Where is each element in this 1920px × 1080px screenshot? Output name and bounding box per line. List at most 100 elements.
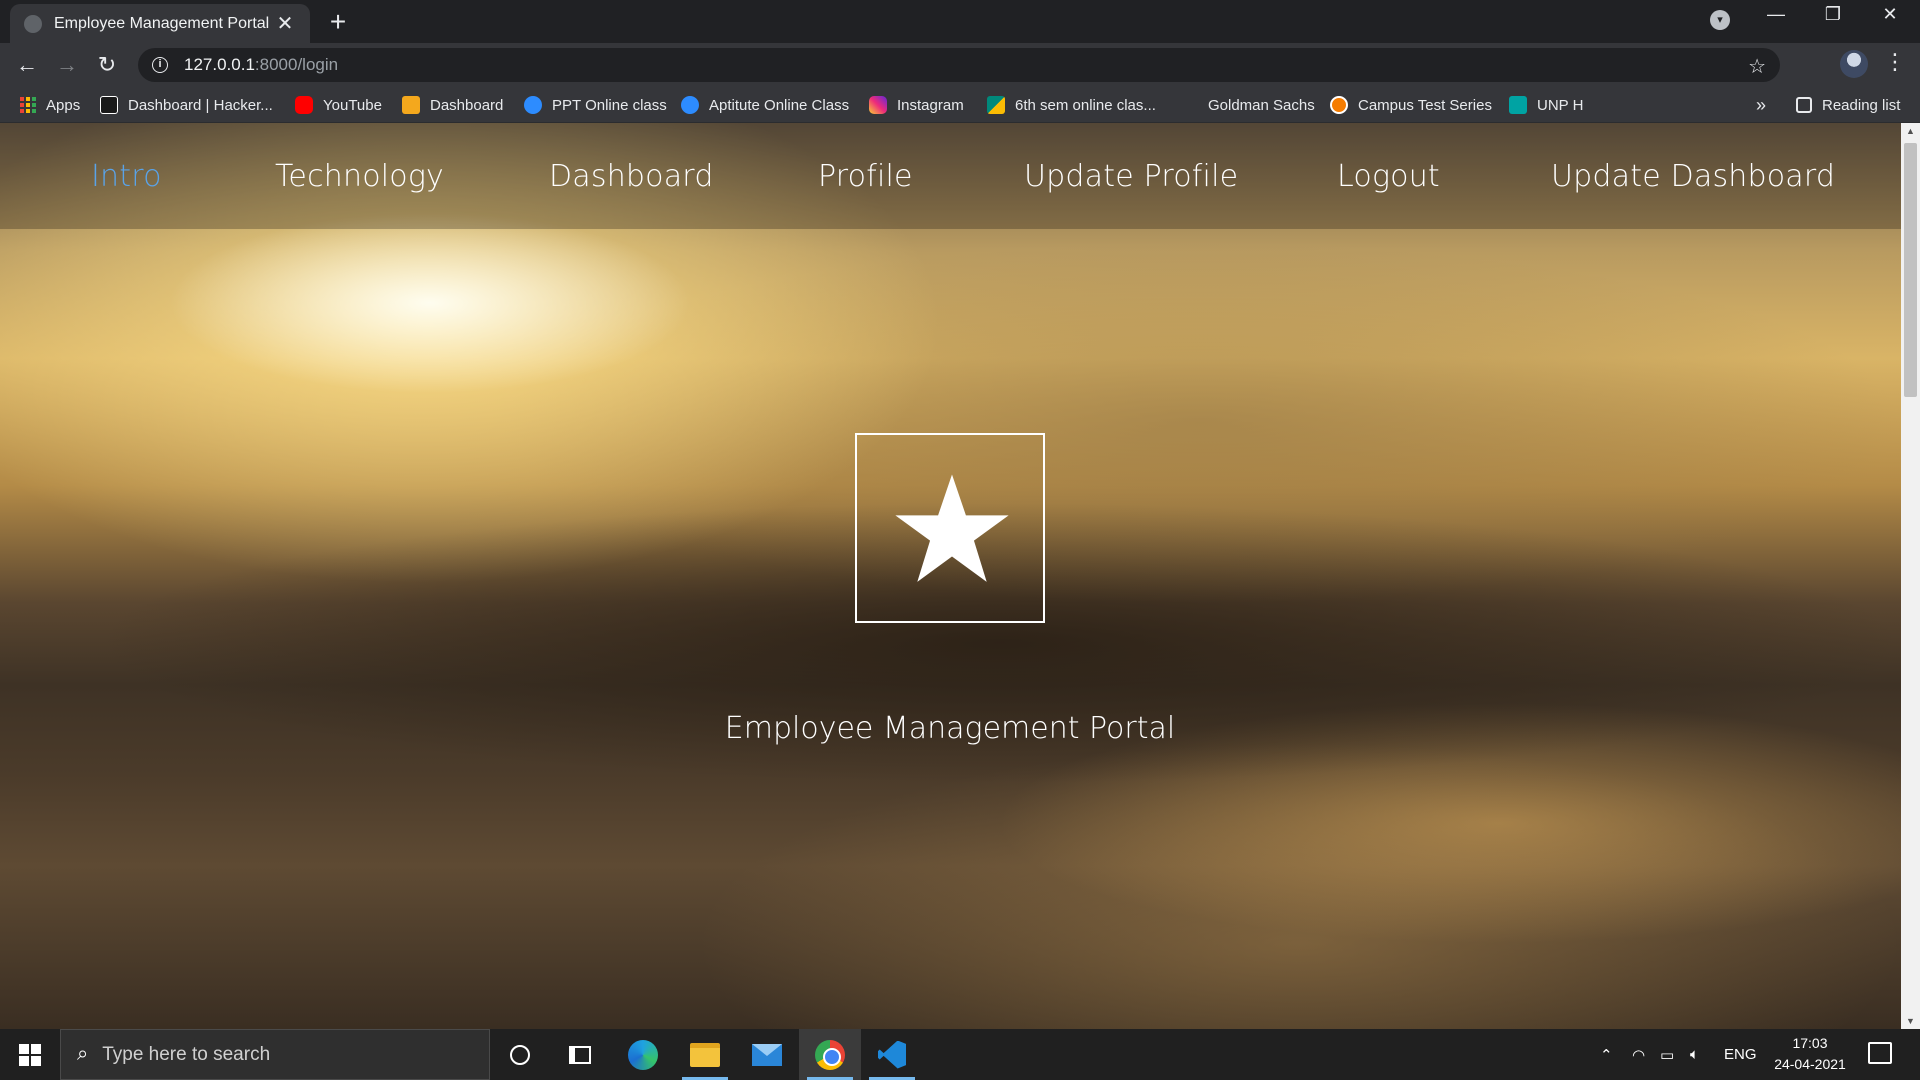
bookmark-aptitute-online-class[interactable]: Aptitute Online Class — [681, 87, 849, 123]
taskbar-search-input[interactable]: ⌕ Type here to search — [60, 1029, 490, 1080]
bookmark-label: Instagram — [897, 96, 964, 114]
wifi-icon[interactable]: ◠ — [1632, 1029, 1645, 1080]
unp-icon — [1509, 96, 1527, 114]
browser-toolbar: ← → ↻ i 127.0.0.1 :8000/login ☆ ⋮ — [0, 43, 1920, 87]
bookmark-label: Goldman Sachs — [1208, 96, 1315, 114]
windows-logo-icon — [19, 1043, 41, 1066]
bookmark-label: Dashboard | Hacker... — [128, 96, 273, 114]
mail-icon — [752, 1043, 782, 1066]
tab-title: Employee Management Portal — [54, 14, 270, 32]
taskbar-mail[interactable] — [736, 1029, 798, 1080]
bookmark-label: YouTube — [323, 96, 382, 114]
bookmark-dashboard[interactable]: Dashboard — [402, 87, 503, 123]
reading-list-label: Reading list — [1822, 96, 1901, 114]
reading-list-icon — [1796, 97, 1812, 113]
bookmark-youtube[interactable]: YouTube — [295, 87, 382, 123]
forward-arrow-icon[interactable]: → — [51, 49, 83, 81]
bookmark-6th-sem-online-class[interactable]: 6th sem online clas... — [987, 87, 1156, 123]
bookmark-unp-h[interactable]: UNP H — [1509, 87, 1583, 123]
apps-grid-icon — [20, 97, 36, 113]
notification-center-icon[interactable] — [1868, 1042, 1892, 1064]
bookmarks-overflow-button[interactable]: » — [1756, 87, 1766, 123]
taskbar-file-explorer[interactable] — [674, 1029, 736, 1080]
globe-icon — [24, 14, 42, 33]
nav-intro[interactable]: Intro — [91, 159, 162, 194]
vertical-scrollbar[interactable]: ▲ ▼ — [1901, 123, 1920, 1029]
bookmark-hackerearth[interactable]: Dashboard | Hacker... — [100, 87, 273, 123]
cortana-icon — [510, 1044, 530, 1065]
nav-update-dashboard[interactable]: Update Dashboard — [1551, 159, 1835, 194]
bookmarks-bar: Apps Dashboard | Hacker... YouTube Dashb… — [0, 87, 1920, 123]
menu-dots-icon[interactable]: ⋮ — [1880, 49, 1910, 75]
vscode-icon — [878, 1040, 906, 1069]
bookmark-label: Apps — [46, 96, 81, 114]
clock-time: 17:03 — [1792, 1035, 1828, 1051]
nav-logout[interactable]: Logout — [1337, 159, 1440, 194]
scroll-up-icon[interactable]: ▲ — [1901, 123, 1920, 139]
google-meet-icon — [987, 96, 1005, 114]
search-placeholder: Type here to search — [102, 1043, 271, 1065]
new-tab-button[interactable]: + — [322, 6, 354, 38]
back-arrow-icon[interactable]: ← — [11, 49, 43, 81]
dashboard-icon — [402, 96, 420, 114]
scroll-down-icon[interactable]: ▼ — [1901, 1013, 1920, 1029]
taskbar-chrome[interactable] — [799, 1029, 861, 1080]
windows-taskbar: ⌕ Type here to search ⌃ ◠ ▭ 🔈︎ ENG 17:03… — [0, 1029, 1920, 1080]
site-navigation: Intro Technology Dashboard Profile Updat… — [0, 123, 1901, 229]
task-view-button[interactable] — [549, 1029, 611, 1080]
scrollbar-thumb[interactable] — [1904, 143, 1917, 397]
star-icon — [895, 474, 1009, 582]
nav-update-profile[interactable]: Update Profile — [1024, 159, 1238, 194]
site-info-icon[interactable]: i — [152, 57, 168, 73]
close-tab-icon[interactable]: ✕ — [274, 11, 296, 36]
restore-button[interactable]: ❐ — [1813, 4, 1853, 25]
bookmark-label: UNP H — [1537, 96, 1584, 114]
search-icon: ⌕ — [77, 1043, 89, 1065]
nav-dashboard[interactable]: Dashboard — [549, 159, 714, 194]
campus-icon — [1330, 96, 1348, 114]
tab-search-icon[interactable]: ▾ — [1710, 10, 1730, 30]
minimize-button[interactable]: — — [1756, 4, 1796, 25]
zoom-icon — [681, 96, 699, 114]
instagram-icon — [869, 96, 887, 114]
start-button[interactable] — [0, 1029, 60, 1080]
bookmark-instagram[interactable]: Instagram — [869, 87, 964, 123]
profile-avatar[interactable] — [1840, 50, 1868, 78]
chrome-icon — [815, 1039, 845, 1070]
nav-technology[interactable]: Technology — [275, 159, 444, 194]
bookmark-label: 6th sem online clas... — [1015, 96, 1156, 114]
zoom-icon — [524, 96, 542, 114]
task-view-icon — [569, 1045, 591, 1064]
clock-date: 24-04-2021 — [1774, 1056, 1846, 1072]
file-explorer-icon — [690, 1042, 720, 1067]
bookmark-campus-test-series[interactable]: Campus Test Series — [1330, 87, 1492, 123]
page-viewport: Intro Technology Dashboard Profile Updat… — [0, 123, 1901, 1029]
hackerearth-icon — [100, 96, 118, 114]
reading-list-button[interactable]: Reading list — [1796, 87, 1900, 123]
taskbar-clock[interactable]: 17:03 24-04-2021 — [1760, 1033, 1860, 1075]
nav-profile[interactable]: Profile — [818, 159, 913, 194]
language-indicator[interactable]: ENG — [1724, 1029, 1757, 1080]
bookmark-ppt-online-class[interactable]: PPT Online class — [524, 87, 667, 123]
battery-icon[interactable]: ▭ — [1660, 1029, 1674, 1080]
browser-tab[interactable]: Employee Management Portal ✕ — [10, 4, 310, 43]
logo-box — [855, 433, 1045, 623]
bookmark-label: Aptitute Online Class — [709, 96, 850, 114]
taskbar-vscode[interactable] — [861, 1029, 923, 1080]
url-path: :8000/login — [254, 55, 339, 74]
tab-strip: Employee Management Portal ✕ + ▾ — ❐ ✕ — [0, 0, 1920, 43]
taskbar-edge[interactable] — [612, 1029, 674, 1080]
cortana-button[interactable] — [489, 1029, 551, 1080]
url-host: 127.0.0.1 — [184, 55, 255, 74]
address-bar[interactable]: i 127.0.0.1 :8000/login ☆ — [138, 48, 1780, 82]
show-hidden-icons-button[interactable]: ⌃ — [1600, 1029, 1613, 1080]
bookmark-apps[interactable]: Apps — [20, 87, 80, 123]
bookmark-goldman-sachs[interactable]: Goldman Sachs — [1208, 87, 1315, 123]
bookmark-label: Campus Test Series — [1358, 96, 1492, 114]
close-window-button[interactable]: ✕ — [1870, 4, 1910, 25]
bookmark-label: PPT Online class — [552, 96, 667, 114]
hero-title: Employee Management Portal — [724, 711, 1176, 746]
volume-icon[interactable]: 🔈︎ — [1690, 1029, 1699, 1080]
reload-icon[interactable]: ↻ — [91, 49, 123, 81]
bookmark-star-icon[interactable]: ☆ — [1748, 54, 1766, 79]
